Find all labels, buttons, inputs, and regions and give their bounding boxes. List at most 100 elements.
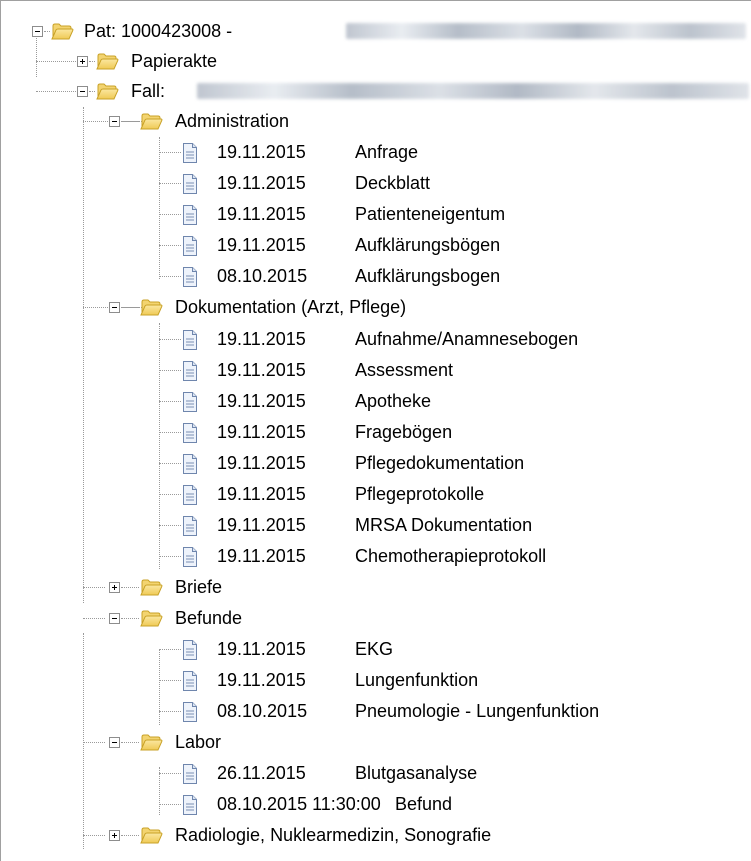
folder-open-icon — [95, 80, 119, 102]
folder-open-icon — [139, 607, 163, 629]
folder-icon — [139, 824, 163, 846]
collapse-toggle[interactable] — [109, 613, 120, 624]
tree-line — [83, 835, 105, 836]
tree-node-befunde[interactable]: Befunde — [1, 604, 751, 635]
tree-line — [121, 587, 139, 588]
document-title: EKG — [355, 639, 394, 659]
tree-node-fall[interactable]: Fall: — [1, 77, 751, 108]
tree-line — [159, 773, 181, 774]
document-title: Lungenfunktion — [355, 670, 479, 690]
tree-line — [159, 649, 181, 650]
node-label: Dokumentation (Arzt, Pflege) — [175, 297, 407, 317]
tree-node-radiologie[interactable]: Radiologie, Nuklearmedizin, Sonografie — [1, 821, 751, 852]
tree-line — [159, 370, 181, 371]
document-title: MRSA Dokumentation — [355, 515, 533, 535]
collapse-toggle[interactable] — [77, 86, 88, 97]
document-icon — [181, 515, 199, 537]
tree-line — [121, 121, 139, 122]
document-item[interactable]: 19.11.2015 Patienteneigentum — [1, 200, 751, 231]
document-item[interactable]: 08.10.2015 Pneumologie - Lungenfunktion — [1, 697, 751, 728]
collapse-toggle[interactable] — [109, 737, 120, 748]
tree-line — [83, 618, 105, 619]
node-label: Fall: — [131, 81, 166, 101]
document-date: 19.11.2015 — [217, 639, 306, 659]
tree-node-administration[interactable]: Administration — [1, 107, 751, 138]
document-title: Pflegedokumentation — [355, 453, 525, 473]
document-item[interactable]: 19.11.2015 Pflegeprotokolle — [1, 480, 751, 511]
document-item[interactable]: 19.11.2015 Anfrage — [1, 138, 751, 169]
document-item[interactable]: 19.11.2015 Pflegedokumentation — [1, 449, 751, 480]
document-title: Pneumologie - Lungenfunktion — [355, 701, 600, 721]
redacted-patient-name — [346, 23, 746, 39]
document-date: 19.11.2015 — [217, 329, 306, 349]
tree-line — [159, 556, 181, 557]
collapse-toggle[interactable] — [109, 116, 120, 127]
document-item[interactable]: 19.11.2015 EKG — [1, 635, 751, 666]
document-date: 19.11.2015 — [217, 142, 306, 162]
expand-toggle[interactable] — [109, 830, 120, 841]
tree-line — [159, 804, 181, 805]
document-title: Anfrage — [355, 142, 419, 162]
document-icon — [181, 639, 199, 661]
document-item[interactable]: 19.11.2015 Lungenfunktion — [1, 666, 751, 697]
tree-line — [159, 494, 181, 495]
tree-line — [159, 183, 181, 184]
folder-open-icon — [50, 20, 74, 42]
tree-node-briefe[interactable]: Briefe — [1, 573, 751, 604]
collapse-toggle[interactable] — [109, 302, 120, 313]
document-item[interactable]: 19.11.2015 Assessment — [1, 356, 751, 387]
document-item[interactable]: 08.10.2015 11:30:00 Befund — [1, 790, 751, 821]
document-title: Aufnahme/Anamnesebogen — [355, 329, 579, 349]
tree-line — [83, 587, 105, 588]
tree-node-papierakte[interactable]: Papierakte — [1, 47, 751, 78]
folder-open-icon — [139, 296, 163, 318]
collapse-toggle[interactable] — [32, 26, 43, 37]
node-label: Administration — [175, 111, 290, 131]
document-item[interactable]: 19.11.2015 MRSA Dokumentation — [1, 511, 751, 542]
tree-line — [121, 307, 139, 308]
tree-line — [159, 680, 181, 681]
document-title: Befund — [395, 794, 453, 814]
document-icon — [181, 453, 199, 475]
document-title: Aufklärungsbögen — [355, 235, 501, 255]
document-icon — [181, 484, 199, 506]
tree-node-dokumentation[interactable]: Dokumentation (Arzt, Pflege) — [1, 293, 751, 324]
document-item[interactable]: 19.11.2015 Deckblatt — [1, 169, 751, 200]
document-item[interactable]: 08.10.2015 Aufklärungsbogen — [1, 262, 751, 293]
document-icon — [181, 329, 199, 351]
tree-line — [159, 152, 181, 153]
document-icon — [181, 763, 199, 785]
document-icon — [181, 391, 199, 413]
document-item[interactable]: 19.11.2015 Apotheke — [1, 387, 751, 418]
tree-line — [159, 463, 181, 464]
document-title: Aufklärungsbogen — [355, 266, 501, 286]
document-item[interactable]: 26.11.2015 Blutgasanalyse — [1, 759, 751, 790]
tree-node-labor[interactable]: Labor — [1, 728, 751, 759]
document-tree[interactable]: Pat: 1000423008 - Papierakte Fall: Admin… — [0, 0, 751, 861]
document-date: 19.11.2015 — [217, 670, 306, 690]
expand-toggle[interactable] — [77, 56, 88, 67]
tree-line — [36, 61, 80, 62]
expand-toggle[interactable] — [109, 582, 120, 593]
document-title: Apotheke — [355, 391, 432, 411]
folder-icon — [95, 50, 119, 72]
tree-node-patient[interactable]: Pat: 1000423008 - — [1, 17, 751, 48]
document-title: Assessment — [355, 360, 454, 380]
tree-line — [159, 432, 181, 433]
tree-line — [121, 835, 139, 836]
document-title: Pflegeprotokolle — [355, 484, 485, 504]
document-item[interactable]: 19.11.2015 Aufklärungsbögen — [1, 231, 751, 262]
document-title: Patienteneigentum — [355, 204, 506, 224]
document-date: 19.11.2015 — [217, 235, 306, 255]
document-icon — [181, 235, 199, 257]
redacted-case-details — [197, 83, 749, 99]
tree-line — [159, 401, 181, 402]
folder-open-icon — [139, 731, 163, 753]
document-item[interactable]: 19.11.2015 Aufnahme/Anamnesebogen — [1, 325, 751, 356]
tree-line — [159, 245, 181, 246]
document-icon — [181, 546, 199, 568]
document-icon — [181, 266, 199, 288]
document-item[interactable]: 19.11.2015 Chemotherapieprotokoll — [1, 542, 751, 573]
patient-label: Pat: 1000423008 - — [84, 21, 233, 41]
document-item[interactable]: 19.11.2015 Fragebögen — [1, 418, 751, 449]
